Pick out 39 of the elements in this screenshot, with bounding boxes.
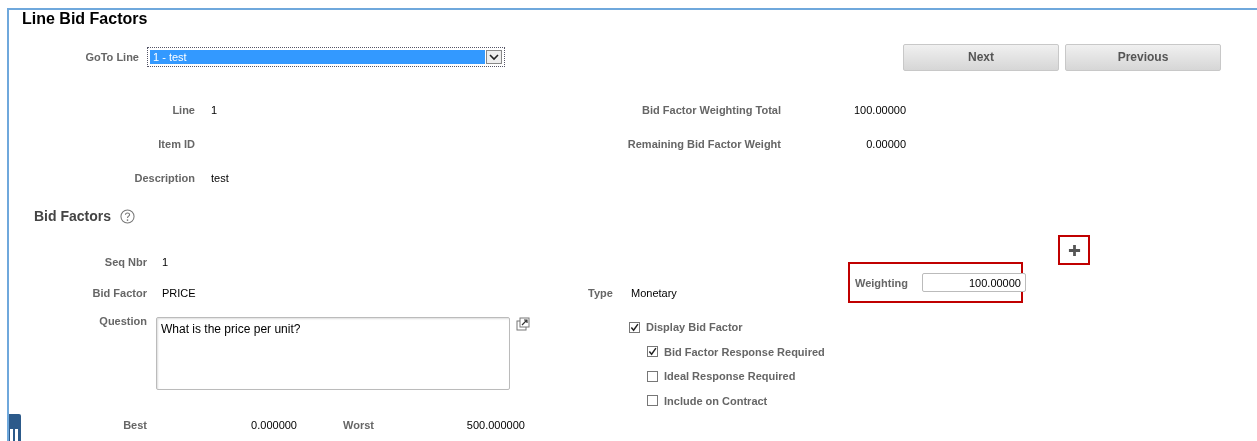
checkbox-option[interactable]: Display Bid Factor — [629, 315, 743, 340]
help-icon[interactable] — [120, 208, 135, 224]
field-label: Line — [171, 104, 195, 116]
field-label: Best — [122, 418, 147, 431]
field-label: Description — [133, 172, 195, 184]
field-value: 1 — [162, 255, 170, 270]
field-value: 0.00000 — [865, 138, 906, 150]
checkbox-option[interactable]: Bid Factor Response Required — [647, 339, 825, 364]
field-label: Weighting — [855, 276, 908, 289]
field-label: Worst — [343, 418, 374, 431]
field-label: Type — [588, 287, 614, 299]
field-value: test — [211, 172, 229, 184]
field-label: Bid Factor — [91, 287, 147, 299]
checkbox-option[interactable]: Ideal Response Required — [647, 364, 796, 389]
field-label: Seq Nbr — [103, 255, 147, 270]
field-value: 500.000000 — [465, 418, 525, 431]
page-title: Line Bid Factors — [21, 10, 148, 28]
nav-button[interactable]: Previous — [1065, 43, 1221, 71]
field-label: Remaining Bid Factor Weight — [626, 138, 781, 150]
checkmark-icon — [648, 347, 657, 357]
field-label: GoTo Line — [84, 51, 139, 63]
plus-icon — [1067, 243, 1081, 257]
field-label: Bid Factor Weighting Total — [641, 104, 781, 116]
add-button[interactable] — [1058, 235, 1090, 265]
side-tab-handle[interactable] — [9, 414, 21, 441]
field-value: 100.00000 — [853, 104, 906, 116]
section-heading: Bid Factors — [34, 208, 111, 224]
field-label: Question — [98, 315, 147, 327]
field-label: Item ID — [157, 138, 195, 150]
expand-icon[interactable] — [516, 317, 530, 331]
field-value: PRICE — [162, 287, 197, 299]
field-value: Monetary — [631, 287, 678, 299]
checkbox-option[interactable]: Include on Contract — [647, 388, 768, 413]
question-field[interactable]: What is the price per unit? — [156, 317, 510, 390]
field-value: 1 — [211, 104, 218, 116]
nav-button[interactable]: Next — [903, 43, 1059, 71]
weighting-field[interactable]: 100.00000 — [921, 273, 1026, 292]
field-value: 0.000000 — [250, 418, 297, 431]
checkmark-icon — [630, 322, 639, 332]
